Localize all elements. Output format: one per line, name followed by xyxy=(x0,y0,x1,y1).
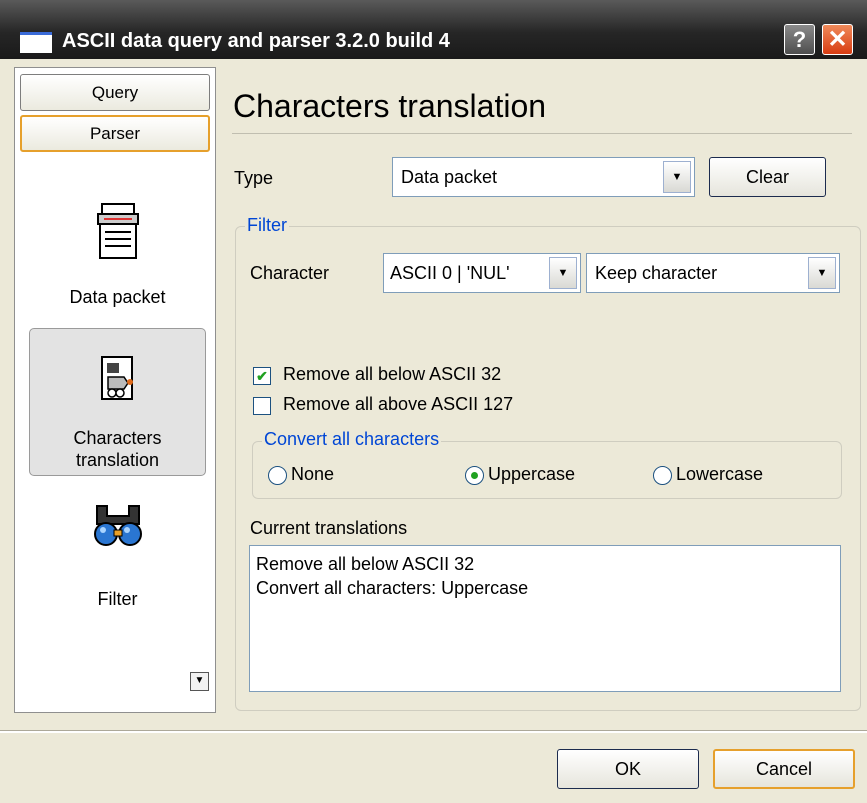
convert-uppercase-radio[interactable] xyxy=(465,466,484,485)
type-select[interactable]: Data packet ▼ xyxy=(392,157,695,197)
convert-legend: Convert all characters xyxy=(262,429,442,450)
radio-selected-dot xyxy=(471,472,478,479)
type-label: Type xyxy=(234,168,274,188)
current-translations-list[interactable]: Remove all below ASCII 32 Convert all ch… xyxy=(249,545,841,692)
character-select[interactable]: ASCII 0 | 'NUL' ▼ xyxy=(383,253,581,293)
window-title: ASCII data query and parser 3.2.0 build … xyxy=(62,30,450,52)
convert-none-label[interactable]: None xyxy=(291,464,334,485)
title-divider xyxy=(232,133,852,134)
type-select-value: Data packet xyxy=(401,167,498,187)
clear-button[interactable]: Clear xyxy=(709,157,826,197)
characters-translation-icon xyxy=(100,356,133,400)
ok-button[interactable]: OK xyxy=(557,749,699,789)
filter-legend: Filter xyxy=(245,215,289,236)
remove-below-32-checkbox[interactable]: ✔ xyxy=(253,367,271,385)
sidebar-item-label-line1: Characters xyxy=(73,428,162,448)
character-select-value: ASCII 0 | 'NUL' xyxy=(390,263,510,283)
character-action-value: Keep character xyxy=(595,263,718,283)
remove-below-32-label[interactable]: Remove all below ASCII 32 xyxy=(283,364,501,385)
dialog-window: ASCII data query and parser 3.2.0 build … xyxy=(0,0,867,803)
remove-above-127-checkbox[interactable] xyxy=(253,397,271,415)
app-window-icon xyxy=(20,32,52,53)
translation-line: Remove all below ASCII 32 xyxy=(256,554,475,574)
page-title: Characters translation xyxy=(233,88,547,124)
current-translations-label: Current translations xyxy=(250,518,408,538)
sidebar-item-label: Data packet xyxy=(69,287,166,307)
chevron-down-icon[interactable]: ▼ xyxy=(549,257,577,289)
convert-lowercase-radio[interactable] xyxy=(653,466,672,485)
footer-divider xyxy=(0,730,867,733)
sidebar-item-filter[interactable]: Filter xyxy=(29,498,206,618)
data-packet-icon xyxy=(96,203,139,259)
convert-lowercase-label[interactable]: Lowercase xyxy=(676,464,763,485)
sidebar-item-label-line2: translation xyxy=(75,450,160,470)
chevron-down-icon[interactable]: ▼ xyxy=(663,161,691,193)
sidebar-item-label: Filter xyxy=(97,589,138,609)
title-bar[interactable]: ASCII data query and parser 3.2.0 build … xyxy=(0,0,867,59)
parser-tab-button[interactable]: Parser xyxy=(20,115,210,152)
query-tab-button[interactable]: Query xyxy=(20,74,210,111)
convert-uppercase-label[interactable]: Uppercase xyxy=(488,464,575,485)
sidebar-item-data-packet[interactable]: Data packet xyxy=(29,198,206,318)
help-button[interactable]: ? xyxy=(784,24,815,55)
chevron-down-icon[interactable]: ▼ xyxy=(808,257,836,289)
filter-icon xyxy=(93,505,142,546)
convert-none-radio[interactable] xyxy=(268,466,287,485)
sidebar-scroll-down-button[interactable]: ▼ xyxy=(190,672,209,691)
sidebar: Query Parser Data packet Characters tran… xyxy=(14,67,216,713)
close-button[interactable]: ✕ xyxy=(822,24,853,55)
cancel-button[interactable]: Cancel xyxy=(713,749,855,789)
sidebar-item-characters-translation[interactable]: Characters translation xyxy=(29,328,206,476)
remove-above-127-label[interactable]: Remove all above ASCII 127 xyxy=(283,394,513,415)
character-action-select[interactable]: Keep character ▼ xyxy=(586,253,840,293)
translation-line: Convert all characters: Uppercase xyxy=(256,578,529,598)
character-label: Character xyxy=(250,263,330,283)
